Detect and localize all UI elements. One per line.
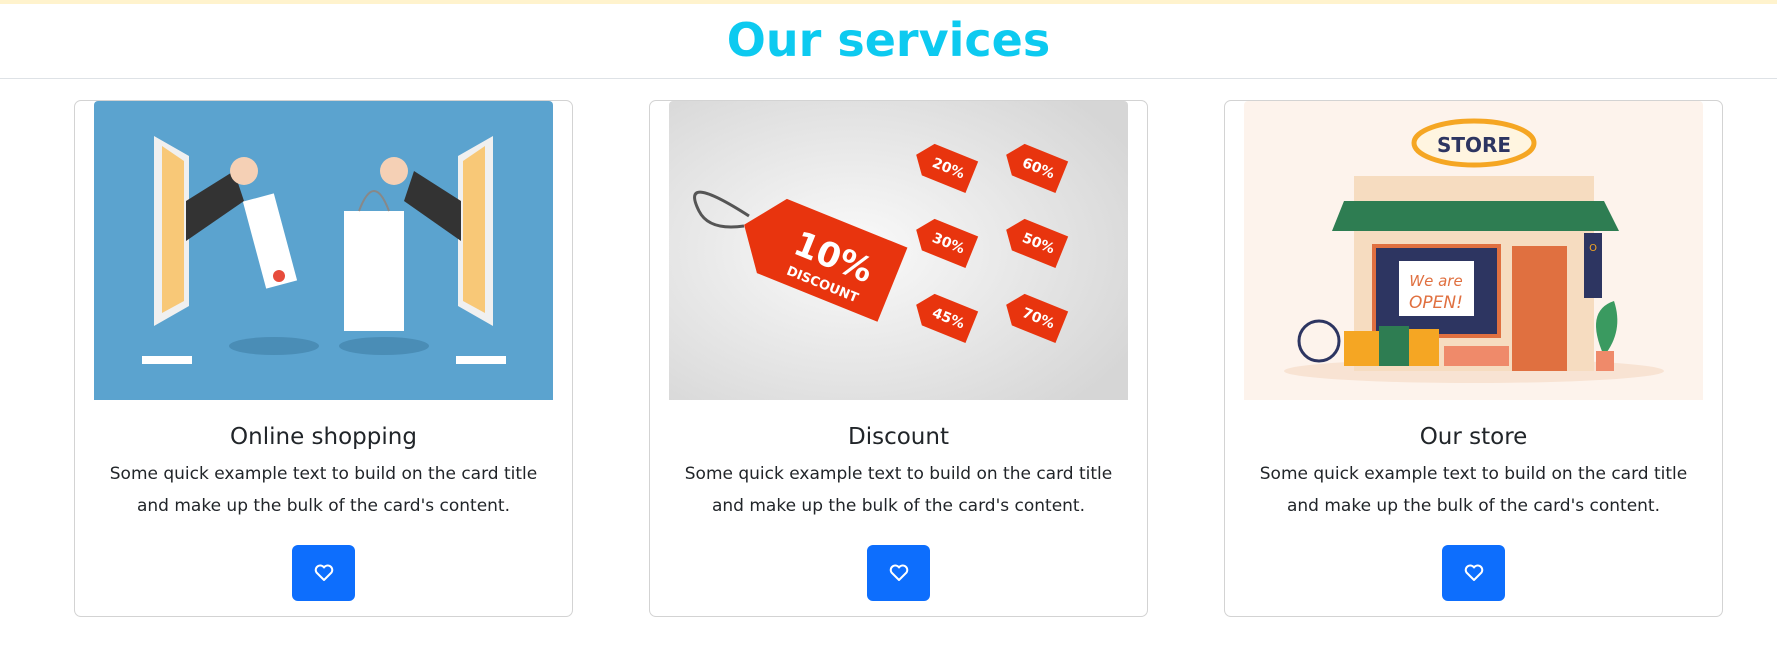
svg-text:We are: We are bbox=[1409, 272, 1462, 290]
page-title: Our services bbox=[726, 13, 1051, 67]
discount-image: 10% DISCOUNT 20% 60% 30% 50% 45% 70% bbox=[669, 101, 1128, 400]
like-button[interactable] bbox=[1442, 545, 1505, 601]
card-our-store: STORE We are OPEN! O Our store Some quic… bbox=[1224, 100, 1723, 617]
card-text: Some quick example text to build on the … bbox=[1259, 464, 1688, 516]
card-discount: 10% DISCOUNT 20% 60% 30% 50% 45% 70% Dis… bbox=[649, 100, 1148, 617]
store-image: STORE We are OPEN! O bbox=[1244, 101, 1703, 400]
card-text: Some quick example text to build on the … bbox=[684, 464, 1113, 516]
card-text: Some quick example text to build on the … bbox=[109, 464, 538, 516]
heart-icon bbox=[1464, 564, 1483, 581]
svg-text:O: O bbox=[1589, 243, 1597, 254]
card-online-shopping: Online shopping Some quick example text … bbox=[74, 100, 573, 617]
card-title: Online shopping bbox=[230, 424, 417, 450]
svg-text:STORE: STORE bbox=[1437, 133, 1511, 157]
heart-icon bbox=[889, 564, 908, 581]
like-button[interactable] bbox=[867, 545, 930, 601]
online-shopping-image bbox=[94, 101, 553, 400]
card-title: Our store bbox=[1419, 424, 1528, 450]
like-button[interactable] bbox=[292, 545, 355, 601]
svg-text:OPEN!: OPEN! bbox=[1409, 293, 1463, 313]
card-title: Discount bbox=[848, 424, 949, 450]
heart-icon bbox=[314, 564, 333, 581]
page-header: Our services bbox=[0, 4, 1777, 79]
